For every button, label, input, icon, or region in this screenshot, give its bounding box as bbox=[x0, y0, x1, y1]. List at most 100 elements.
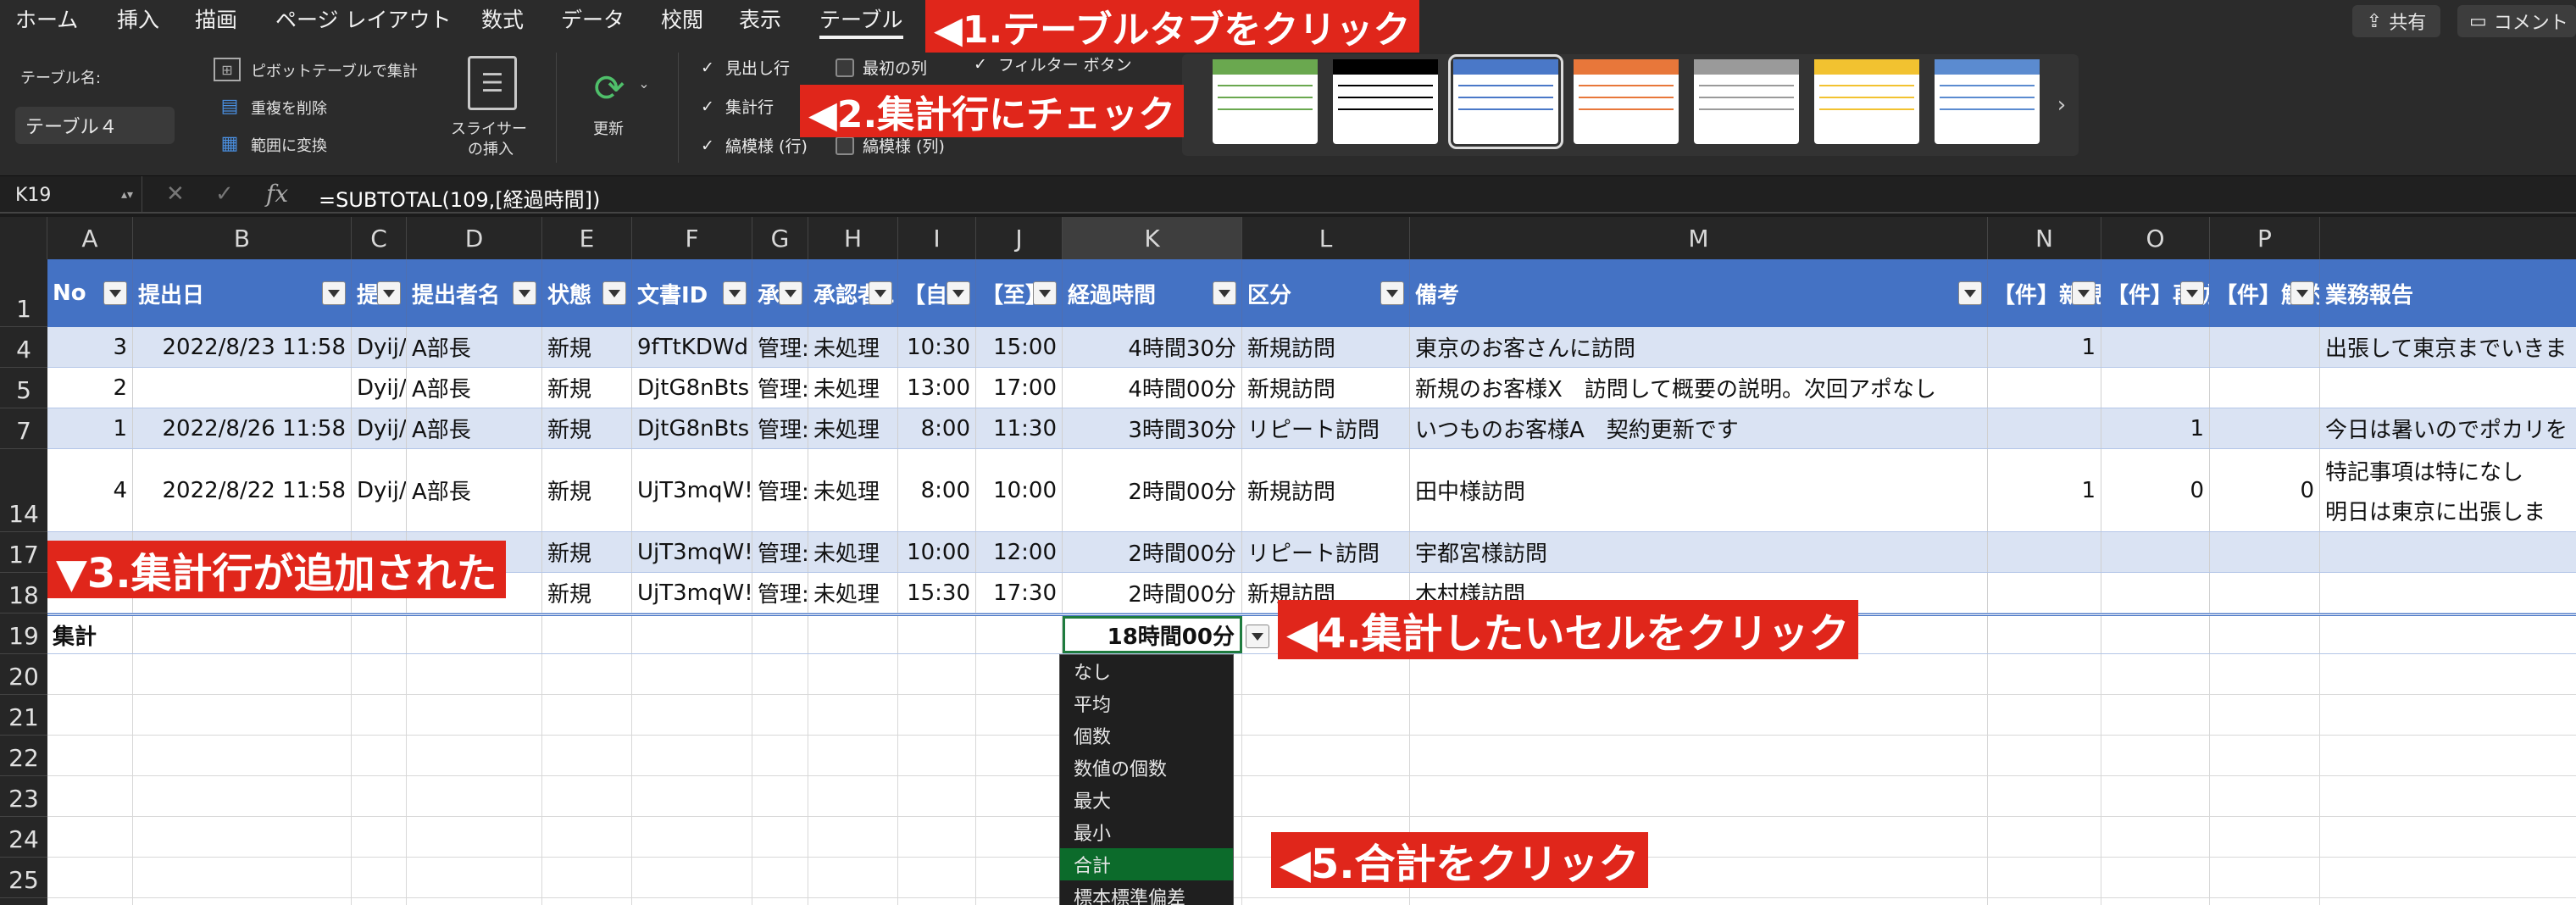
empty-cell[interactable] bbox=[808, 817, 898, 857]
table-cell[interactable]: 1 bbox=[1988, 449, 2101, 531]
empty-cell[interactable] bbox=[976, 817, 1063, 857]
empty-cell[interactable] bbox=[1242, 695, 1410, 735]
empty-cell[interactable] bbox=[976, 776, 1063, 816]
empty-cell[interactable] bbox=[407, 858, 542, 897]
column-header-I[interactable]: I bbox=[898, 217, 976, 259]
row-header[interactable]: 20 bbox=[0, 654, 47, 695]
table-cell[interactable] bbox=[2320, 616, 2576, 653]
header-cell[interactable]: 備考 bbox=[1410, 259, 1988, 327]
select-all-corner[interactable] bbox=[0, 217, 47, 259]
table-cell[interactable]: 新規 bbox=[542, 368, 632, 408]
empty-cell[interactable] bbox=[407, 736, 542, 775]
table-cell[interactable]: 4 bbox=[47, 449, 133, 531]
empty-cell[interactable] bbox=[2101, 736, 2210, 775]
empty-cell[interactable] bbox=[752, 817, 808, 857]
empty-cell[interactable] bbox=[1242, 776, 1410, 816]
table-cell[interactable]: 1 bbox=[2101, 408, 2210, 448]
table-style-swatch[interactable] bbox=[1574, 59, 1679, 144]
filter-dropdown-icon[interactable] bbox=[513, 281, 536, 305]
table-cell[interactable]: 未処理 bbox=[808, 573, 898, 613]
table-cell[interactable]: 2022/8/23 11:58 bbox=[133, 327, 352, 367]
column-header-O[interactable]: O bbox=[2101, 217, 2210, 259]
empty-cell[interactable] bbox=[47, 736, 133, 775]
table-cell[interactable]: 今日は暑いのでポカリを bbox=[2320, 408, 2576, 448]
empty-cell[interactable] bbox=[47, 695, 133, 735]
empty-cell[interactable] bbox=[898, 898, 976, 905]
empty-cell[interactable] bbox=[2210, 736, 2320, 775]
table-cell[interactable] bbox=[2101, 327, 2210, 367]
header-cell[interactable]: 【件】新規 bbox=[1988, 259, 2101, 327]
name-box[interactable]: K19 ▴▾ bbox=[0, 176, 142, 214]
table-cell[interactable]: 12:00 bbox=[976, 532, 1063, 572]
empty-cell[interactable] bbox=[542, 858, 632, 897]
table-cell[interactable]: 11:30 bbox=[976, 408, 1063, 448]
empty-cell[interactable] bbox=[133, 736, 352, 775]
table-cell[interactable] bbox=[2210, 532, 2320, 572]
empty-cell[interactable] bbox=[2210, 817, 2320, 857]
empty-cell[interactable] bbox=[808, 654, 898, 694]
row-header-1[interactable]: 1 bbox=[0, 259, 47, 327]
column-header-F[interactable]: F bbox=[632, 217, 752, 259]
table-style-swatch[interactable] bbox=[1935, 59, 2040, 144]
filter-dropdown-icon[interactable] bbox=[2072, 281, 2096, 305]
table-cell[interactable]: A部長 bbox=[407, 408, 542, 448]
empty-cell[interactable] bbox=[407, 695, 542, 735]
empty-cell[interactable] bbox=[1410, 695, 1988, 735]
header-cell[interactable]: 提出者名 bbox=[407, 259, 542, 327]
table-cell[interactable] bbox=[2210, 408, 2320, 448]
empty-cell[interactable] bbox=[407, 898, 542, 905]
filter-dropdown-icon[interactable] bbox=[947, 281, 970, 305]
column-header-D[interactable]: D bbox=[407, 217, 542, 259]
empty-cell[interactable] bbox=[898, 654, 976, 694]
table-cell[interactable]: 0 bbox=[2101, 449, 2210, 531]
tab-draw[interactable]: 描画 bbox=[195, 3, 237, 34]
empty-cell[interactable] bbox=[1988, 776, 2101, 816]
empty-cell[interactable] bbox=[47, 817, 133, 857]
table-cell[interactable]: 2時間00分 bbox=[1063, 449, 1242, 531]
empty-cell[interactable] bbox=[632, 776, 752, 816]
tab-home[interactable]: ホーム bbox=[15, 3, 78, 34]
table-cell[interactable]: 新規 bbox=[542, 408, 632, 448]
table-cell[interactable]: 2022/8/22 11:58 bbox=[133, 449, 352, 531]
table-cell[interactable]: 15:30 bbox=[898, 573, 976, 613]
empty-cell[interactable] bbox=[808, 898, 898, 905]
table-cell[interactable]: 13:00 bbox=[898, 368, 976, 408]
empty-cell[interactable] bbox=[752, 736, 808, 775]
empty-cell[interactable] bbox=[542, 736, 632, 775]
empty-cell[interactable] bbox=[407, 817, 542, 857]
table-cell[interactable]: 2時間00分 bbox=[1063, 532, 1242, 572]
table-cell[interactable]: 未処理 bbox=[808, 449, 898, 531]
row-header[interactable]: 5 bbox=[0, 368, 47, 408]
filter-dropdown-icon[interactable] bbox=[1958, 281, 1982, 305]
row-header[interactable]: 19 bbox=[0, 614, 47, 654]
table-cell[interactable] bbox=[632, 616, 752, 653]
empty-cell[interactable] bbox=[976, 736, 1063, 775]
table-cell[interactable] bbox=[752, 616, 808, 653]
empty-cell[interactable] bbox=[808, 776, 898, 816]
row-header[interactable]: 17 bbox=[0, 532, 47, 573]
empty-cell[interactable] bbox=[2101, 695, 2210, 735]
empty-cell[interactable] bbox=[352, 817, 407, 857]
empty-cell[interactable] bbox=[898, 695, 976, 735]
header-cell[interactable]: 経過時間 bbox=[1063, 259, 1242, 327]
filter-dropdown-icon[interactable] bbox=[2180, 281, 2204, 305]
header-row-checkbox[interactable]: ✓ 見出し行 bbox=[698, 56, 790, 79]
dropdown-item[interactable]: 合計 bbox=[1060, 848, 1233, 880]
empty-cell[interactable] bbox=[133, 817, 352, 857]
table-style-swatch[interactable] bbox=[1814, 59, 1919, 144]
table-cell[interactable]: 東京のお客さんに訪問 bbox=[1410, 327, 1988, 367]
function-icon[interactable]: fx bbox=[266, 180, 288, 208]
header-cell[interactable]: No bbox=[47, 259, 133, 327]
empty-cell[interactable] bbox=[2210, 858, 2320, 897]
table-cell[interactable]: リピート訪問 bbox=[1242, 532, 1410, 572]
tab-insert[interactable]: 挿入 bbox=[117, 3, 159, 34]
filter-dropdown-icon[interactable] bbox=[2290, 281, 2314, 305]
table-cell[interactable]: 2022/8/26 11:58 bbox=[133, 408, 352, 448]
table-cell[interactable] bbox=[898, 616, 976, 653]
table-cell[interactable] bbox=[133, 368, 352, 408]
empty-cell[interactable] bbox=[542, 695, 632, 735]
header-cell[interactable]: 【件】再訪 bbox=[2101, 259, 2210, 327]
empty-cell[interactable] bbox=[898, 736, 976, 775]
empty-cell[interactable] bbox=[2101, 898, 2210, 905]
table-name-input[interactable]: テーブル４ bbox=[15, 107, 175, 144]
